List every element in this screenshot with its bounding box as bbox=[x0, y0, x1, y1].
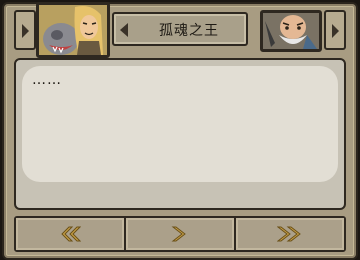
caret-left-icon bbox=[120, 23, 128, 37]
double-chevron-right-icon bbox=[277, 226, 301, 242]
prev-speaker-arrow[interactable] bbox=[14, 10, 36, 50]
dialogue-box[interactable]: …… bbox=[14, 58, 346, 210]
next-speaker-arrow[interactable] bbox=[324, 10, 346, 50]
next-button[interactable] bbox=[126, 218, 236, 250]
skip-button[interactable] bbox=[236, 218, 344, 250]
next-speaker-portrait[interactable] bbox=[260, 10, 322, 52]
dialogue-highlight bbox=[22, 66, 338, 182]
double-chevron-left-icon bbox=[61, 226, 81, 242]
bald-elder-portrait-icon bbox=[263, 13, 319, 49]
dialogue-nav-bar bbox=[14, 216, 346, 252]
back-button[interactable] bbox=[16, 218, 126, 250]
speaker-name-plate: 孤魂之王 bbox=[112, 12, 248, 46]
speaker-name: 孤魂之王 bbox=[159, 23, 219, 39]
hero-portrait-icon bbox=[39, 5, 107, 55]
dialogue-text: …… bbox=[32, 72, 62, 88]
chevron-right-icon bbox=[171, 226, 186, 242]
active-speaker-portrait[interactable] bbox=[36, 2, 110, 58]
